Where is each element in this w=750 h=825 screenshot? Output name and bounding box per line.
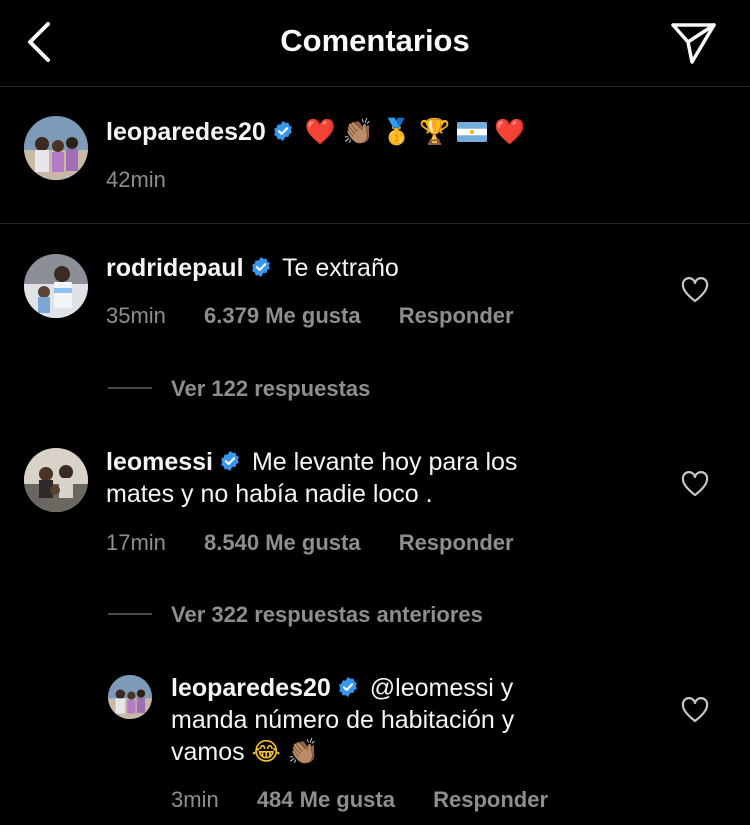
heart-outline-icon[interactable] [681,697,709,723]
trophy-emoji: 🏆 [419,117,451,146]
comment-text: Te extraño [282,254,399,282]
verified-badge-icon [338,676,357,698]
verified-badge-icon [251,256,270,278]
mention-link[interactable]: @leomessi [370,674,494,702]
avatar[interactable] [24,254,88,318]
heart-emoji: ❤️ [304,117,336,146]
comment-text: mates y no había nadie loco . [106,480,433,508]
header-divider [0,86,750,87]
reply-username[interactable]: leoparedes20 [171,674,331,702]
avatar[interactable] [24,448,88,512]
heart-outline-icon[interactable] [681,471,709,497]
likes-count[interactable]: 484 Me gusta [257,787,395,812]
caption-time: 42min [106,167,166,192]
reply-time: 3min [171,787,219,812]
clap-emoji: 👏🏽 [287,737,319,766]
reply-button[interactable]: Responder [433,787,548,812]
paper-plane-icon[interactable] [668,18,718,66]
avatar[interactable] [108,675,152,719]
argentina-flag-icon [457,122,488,142]
comment-time: 35min [106,303,166,328]
reply-button[interactable]: Responder [399,530,514,555]
comment-username[interactable]: leomessi [106,448,213,476]
comment-username[interactable]: rodridepaul [106,254,244,282]
reply-text: manda número de habitación y [171,706,515,734]
reply-comment: leoparedes20 @leomessi y manda número de… [171,672,514,768]
verified-badge-icon [221,450,239,472]
verified-badge-icon [273,120,292,142]
comment-meta: 35min 6.379 Me gusta Responder [106,303,546,329]
caption-text: leoparedes20 ❤️ 👏🏽 🥇 🏆 ❤️ [106,116,525,148]
heart-outline-icon[interactable] [681,277,709,303]
avatar[interactable] [24,116,88,180]
reply-button[interactable]: Responder [399,303,514,328]
clap-emoji: 👏🏽 [342,117,375,146]
view-replies-button[interactable]: Ver 322 respuestas anteriores [171,602,483,628]
view-replies-line [108,613,152,615]
comment-text: Me levante hoy para los [251,448,518,476]
comment-meta: 17min 8.540 Me gusta Responder [106,530,546,556]
reply-text: y [500,674,514,702]
medal-emoji: 🥇 [380,117,413,146]
reply-text: vamos [171,738,245,766]
caption-divider [0,223,750,224]
comment: leomessi Me levante hoy para los mates y… [106,446,517,510]
caption-meta: 42min [106,167,198,193]
caption-username[interactable]: leoparedes20 [106,118,266,146]
header: Comentarios [0,0,750,86]
reply-meta: 3min 484 Me gusta Responder [171,787,580,813]
heart-emoji: ❤️ [494,117,526,146]
likes-count[interactable]: 8.540 Me gusta [204,530,361,555]
comment: rodridepaul Te extraño [106,252,399,284]
likes-count[interactable]: 6.379 Me gusta [204,303,361,328]
page-title: Comentarios [280,23,470,58]
comment-time: 17min [106,530,166,555]
view-replies-button[interactable]: Ver 122 respuestas [171,376,370,402]
view-replies-line [108,387,152,389]
laughing-emoji: 😂 [251,737,281,766]
